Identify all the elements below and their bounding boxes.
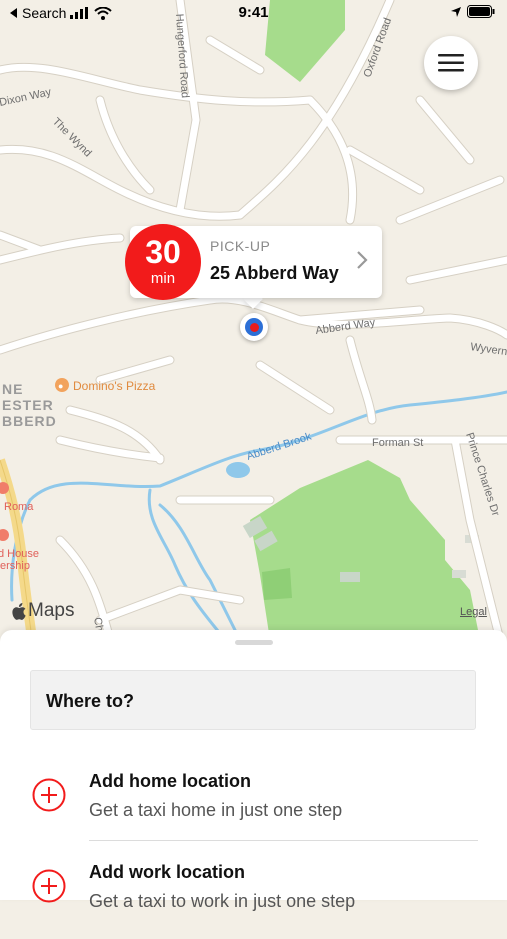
status-bar: Search 9:41 xyxy=(0,0,507,28)
add-work-location-row[interactable]: Add work location Get a taxi to work in … xyxy=(0,851,507,939)
pin-center xyxy=(249,322,259,332)
search-placeholder: Where to? xyxy=(46,691,134,711)
status-time: 9:41 xyxy=(238,4,269,21)
location-pin-icon[interactable] xyxy=(240,313,268,341)
location-arrow-icon xyxy=(451,6,461,17)
eta-value: 30 xyxy=(145,234,181,270)
add-circle-icon xyxy=(32,778,66,812)
area-label-line3: BBERD xyxy=(2,413,57,429)
destination-search-field[interactable]: Where to? xyxy=(30,670,476,730)
home-row-title: Add home location xyxy=(89,771,251,791)
pickup-label: PICK-UP xyxy=(210,238,271,254)
poi-house2[interactable]: ership xyxy=(0,560,30,572)
row-divider xyxy=(89,840,478,841)
poi-dominos[interactable]: Domino's Pizza xyxy=(73,379,156,393)
svg-text:●: ● xyxy=(58,381,63,391)
eta-unit: min xyxy=(150,270,176,287)
sheet-grabber[interactable] xyxy=(235,640,273,645)
apple-logo-icon xyxy=(12,602,26,620)
maps-label: Maps xyxy=(28,600,75,621)
poi-house1[interactable]: d House xyxy=(0,548,39,560)
pin-ring xyxy=(245,318,263,336)
work-row-title: Add work location xyxy=(89,862,246,882)
menu-button[interactable] xyxy=(424,36,478,90)
area-label-line1: NE xyxy=(2,381,23,397)
eta-badge: 30 min xyxy=(125,224,201,300)
street-label-forman: Forman St xyxy=(372,437,423,449)
add-circle-icon xyxy=(32,869,66,903)
park-area xyxy=(262,568,292,600)
legal-link[interactable]: Legal xyxy=(460,606,487,618)
status-right xyxy=(451,5,495,18)
area-label-line2: ESTER xyxy=(2,397,54,413)
work-row-subtitle: Get a taxi to work in just one step xyxy=(89,891,356,911)
poi-roma[interactable]: Roma xyxy=(4,501,34,513)
pickup-address: 25 Abberd Way xyxy=(210,263,339,283)
chevron-right-icon xyxy=(357,251,368,269)
hamburger-menu-icon xyxy=(438,54,464,72)
bottom-sheet: Where to? Add home location Get a taxi h… xyxy=(0,630,507,911)
home-row-subtitle: Get a taxi home in just one step xyxy=(89,800,343,820)
battery-icon xyxy=(467,5,495,18)
add-home-location-row[interactable]: Add home location Get a taxi home in jus… xyxy=(0,760,507,848)
maps-attribution: Maps xyxy=(12,600,74,622)
